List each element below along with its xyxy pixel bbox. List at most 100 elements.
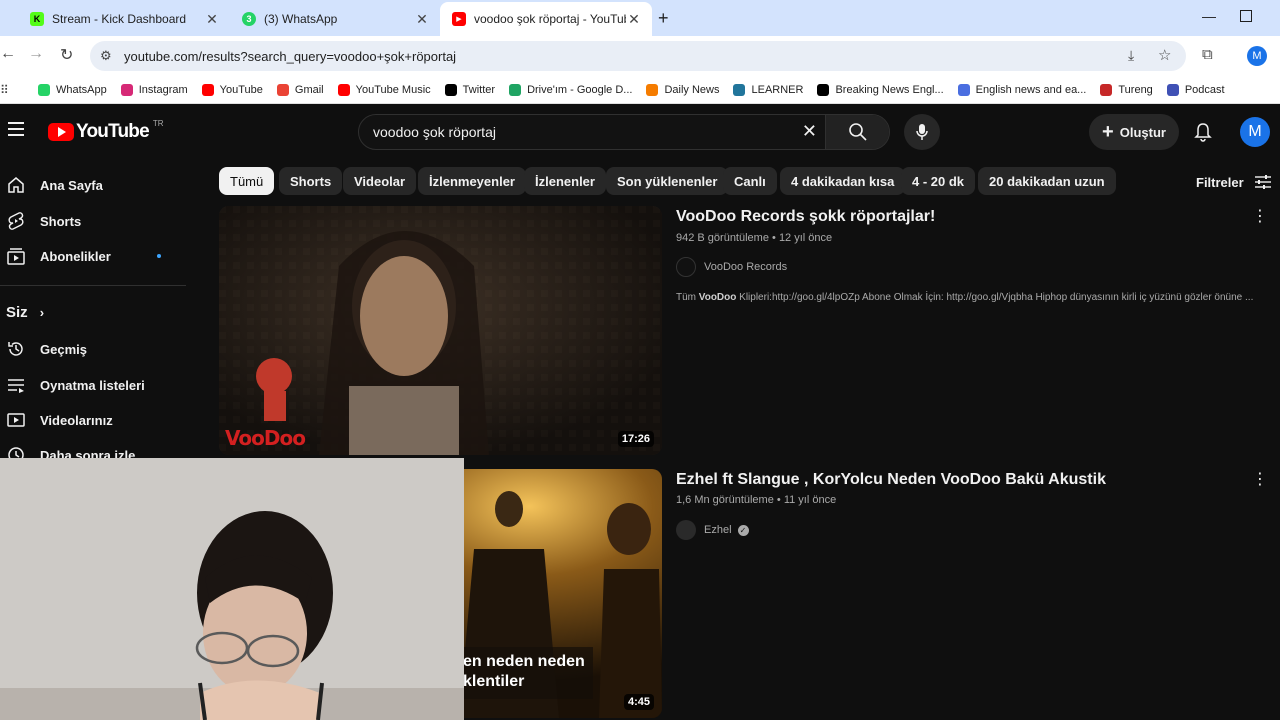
drive-icon [509, 83, 522, 96]
bookmark-item[interactable]: Tureng [1100, 83, 1153, 96]
youtube-logo-text: YouTube [76, 121, 150, 142]
bookmark-item[interactable]: Gmail [276, 83, 324, 96]
sidebar-you-section[interactable]: Siz › [6, 304, 44, 321]
minimize-button[interactable]: — [1202, 8, 1216, 24]
sidebar-item-label: Videolarınız [40, 412, 113, 428]
close-icon[interactable]: ✕ [414, 11, 430, 28]
install-icon[interactable]: ⤓ [1128, 47, 1134, 64]
forward-button[interactable]: → [28, 45, 44, 63]
whatsapp-icon [38, 83, 50, 96]
close-icon[interactable]: ✕ [204, 11, 220, 28]
daily-news-icon [646, 83, 659, 96]
chip-filter[interactable]: Shorts [279, 167, 343, 195]
bookmark-label: Twitter [462, 83, 496, 96]
channel-link[interactable]: VooDoo Records [676, 257, 787, 277]
youtube-icon [201, 83, 214, 96]
home-icon [0, 176, 40, 194]
more-options-icon[interactable]: ⋮ [1252, 469, 1268, 489]
reload-button[interactable]: ↻ [60, 45, 73, 65]
sidebar-item-history[interactable]: Geçmiş [0, 331, 186, 367]
bookmark-label: Instagram [138, 83, 188, 96]
sidebar-item-shorts[interactable]: Shorts [0, 203, 186, 239]
bookmark-star-icon[interactable]: ☆ [1158, 46, 1171, 64]
tureng-icon [1100, 83, 1113, 96]
bookmark-item[interactable]: Instagram [120, 83, 188, 96]
upload-age: 12 yıl önce [778, 232, 833, 244]
description-text: Klipleri:http://goo.gl/4lpOZp Abone Olma… [736, 292, 1254, 303]
channel-avatar [676, 257, 696, 277]
maximize-button[interactable] [1240, 10, 1252, 22]
bookmark-item[interactable]: WhatsApp [38, 83, 107, 96]
bookmark-item[interactable]: Drive'ım - Google D... [509, 83, 633, 96]
playlists-icon [0, 376, 40, 394]
chip-filter[interactable]: Son yüklenenler [606, 167, 729, 195]
podcast-icon [1166, 83, 1179, 96]
verified-badge-icon: ✓ [737, 524, 749, 536]
webcam-overlay [0, 458, 464, 720]
sidebar-item-label: Oynatma listeleri [40, 377, 145, 393]
sidebar-item-playlists[interactable]: Oynatma listeleri [0, 367, 186, 403]
instagram-icon [120, 83, 133, 96]
bookmark-label: Daily News [664, 83, 720, 96]
site-info-icon[interactable]: ⚙ [100, 48, 112, 64]
chip-filter[interactable]: 20 dakikadan uzun [978, 167, 1116, 195]
bookmark-label: Drive'ım - Google D... [527, 83, 633, 96]
chip-all[interactable]: Tümü [219, 167, 275, 195]
channel-link[interactable]: Ezhel ✓ [676, 520, 749, 540]
tab-kick-dashboard[interactable]: K Stream - Kick Dashboard ✕ [18, 4, 230, 34]
history-icon [0, 340, 40, 358]
globe-icon [957, 83, 970, 96]
chip-filter[interactable]: Videolar [343, 167, 417, 195]
tab-youtube[interactable]: ▶ voodoo şok röportaj - YouTube ✕ [440, 2, 652, 36]
channel-name: Ezhel [704, 524, 732, 536]
bookmark-item[interactable]: Breaking News Engl... [817, 83, 944, 96]
sidebar-item-subscriptions[interactable]: Abonelikler [0, 238, 186, 274]
notifications-icon[interactable] [1194, 122, 1212, 147]
chip-filter[interactable]: 4 dakikadan kısa [780, 167, 906, 195]
bookmark-item[interactable]: LEARNER [733, 83, 803, 96]
bookmark-item[interactable]: English news and ea... [957, 83, 1086, 96]
back-button[interactable]: ← [0, 45, 16, 63]
kick-icon: K [30, 12, 44, 26]
chip-filter[interactable]: İzlenenler [524, 167, 606, 195]
thumbnail-caption: klentiler [463, 673, 525, 690]
youtube-logo[interactable]: YouTube TR [48, 119, 164, 143]
sidebar-item-label: Geçmiş [40, 341, 87, 357]
extensions-icon[interactable]: ⧉ [1202, 46, 1213, 63]
profile-avatar[interactable]: M [1247, 46, 1267, 66]
filters-button[interactable]: Filtreler [1196, 174, 1272, 190]
sidebar-item-your-videos[interactable]: Videolarınız [0, 402, 186, 438]
chip-filter[interactable]: 4 - 20 dk [901, 167, 976, 195]
bookmark-item[interactable]: Podcast [1166, 83, 1225, 96]
bookmark-label: YouTube [219, 83, 263, 96]
bookmark-item[interactable]: YouTube [201, 83, 263, 96]
whatsapp-icon: 3 [242, 12, 256, 26]
close-icon[interactable]: ✕ [626, 11, 642, 28]
video-title[interactable]: VooDoo Records şokk röportajlar! [676, 208, 935, 226]
tab-whatsapp[interactable]: 3 (3) WhatsApp ✕ [230, 4, 440, 34]
video-description: Tüm VooDoo Klipleri:http://goo.gl/4lpOZp… [676, 290, 1256, 306]
meta-separator: • [772, 232, 779, 244]
thumbnail-caption: en neden neden [463, 653, 585, 670]
bookmark-item[interactable]: Twitter [444, 83, 496, 96]
video-thumbnail[interactable]: VooDoo 17:26 [219, 206, 662, 455]
video-title[interactable]: Ezhel ft Slangue , KorYolcu Neden VooDoo… [676, 471, 1106, 489]
bookmark-item[interactable]: YouTube Music [337, 83, 431, 96]
menu-icon[interactable] [8, 122, 24, 136]
address-bar[interactable]: ⚙ youtube.com/results?search_query=voodo… [90, 41, 1186, 71]
apps-grid-icon[interactable]: ⠿ [0, 83, 14, 97]
new-tab-button[interactable]: + [658, 8, 669, 29]
chip-filter[interactable]: İzlenmeyenler [418, 167, 526, 195]
sidebar-item-home[interactable]: Ana Sayfa [0, 167, 186, 203]
bookmark-item[interactable]: Daily News [646, 83, 720, 96]
search-input[interactable]: voodoo şok röportaj [373, 124, 496, 140]
account-avatar[interactable]: M [1240, 117, 1270, 147]
voice-search-button[interactable] [904, 114, 940, 150]
search-box[interactable]: voodoo şok röportaj ✕ [358, 114, 890, 150]
search-button[interactable] [825, 115, 889, 149]
url-text: youtube.com/results?search_query=voodoo+… [124, 48, 457, 64]
create-button[interactable]: + Oluştur [1089, 114, 1179, 150]
clear-search-icon[interactable]: ✕ [802, 121, 817, 142]
chip-filter[interactable]: Canlı [723, 167, 777, 195]
more-options-icon[interactable]: ⋮ [1252, 206, 1268, 226]
